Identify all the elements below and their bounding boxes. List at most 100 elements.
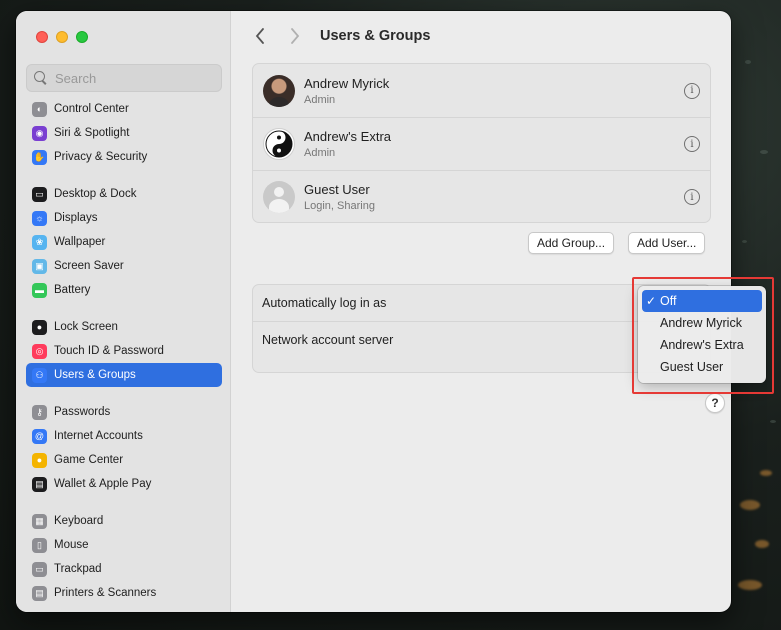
sidebar-item-internet-accounts[interactable]: @ Internet Accounts xyxy=(26,424,222,448)
sidebar-item-label: Siri & Spotlight xyxy=(54,127,130,139)
add-user-button[interactable]: Add User... xyxy=(628,232,706,254)
sidebar-item-label: Mouse xyxy=(54,539,89,551)
lock-icon: ● xyxy=(32,319,47,335)
sidebar-item-label: Trackpad xyxy=(54,563,102,575)
user-text: Andrew's Extra Admin xyxy=(304,129,391,159)
chevron-left-icon xyxy=(255,28,264,44)
dock-icon: ▭ xyxy=(32,186,47,202)
mouse-icon: ▯ xyxy=(32,537,47,553)
sidebar-item-label: Touch ID & Password xyxy=(54,345,164,357)
key-icon: ⚷ xyxy=(32,404,47,420)
user-role: Admin xyxy=(304,147,336,159)
sidebar-item-label: Privacy & Security xyxy=(54,151,148,163)
info-icon[interactable]: i xyxy=(684,189,700,205)
fingerprint-icon: ◎ xyxy=(32,343,47,359)
info-icon[interactable]: i xyxy=(684,136,700,152)
wallet-icon: ▤ xyxy=(32,476,47,492)
sidebar-item-touch-id-password[interactable]: ◎ Touch ID & Password xyxy=(26,339,222,363)
sidebar-item-displays[interactable]: ☼ Displays xyxy=(26,206,222,230)
sidebar-item-siri-spotlight[interactable]: ◉ Siri & Spotlight xyxy=(26,121,222,145)
back-button[interactable] xyxy=(250,25,270,47)
minimize-button[interactable] xyxy=(56,31,68,43)
yin-yang-icon xyxy=(265,130,293,158)
sidebar-item-label: Internet Accounts xyxy=(54,430,143,442)
sidebar-item-label: Game Center xyxy=(54,454,124,466)
control-center-icon: ◐ xyxy=(32,101,47,117)
sidebar-item-game-center[interactable]: ● Game Center xyxy=(26,448,222,472)
help-button[interactable]: ? xyxy=(705,393,725,413)
sidebar-list: ◐ Control Center ◉ Siri & Spotlight ✋ Privacy… xyxy=(26,97,222,605)
user-row[interactable]: Guest User Login, Sharing i xyxy=(253,170,710,223)
sidebar-item-control-center[interactable]: ◐ Control Center xyxy=(26,97,222,121)
user-text: Guest User Login, Sharing xyxy=(304,182,375,212)
sidebar-item-mouse[interactable]: ▯ Mouse xyxy=(26,533,222,557)
user-role: Login, Sharing xyxy=(304,200,375,212)
highlight-annotation xyxy=(632,277,774,394)
forward-button[interactable] xyxy=(285,25,305,47)
network-server-label: Network account server xyxy=(262,333,394,347)
keyboard-icon: ▦ xyxy=(32,513,47,529)
sidebar-item-wallpaper[interactable]: ❀ Wallpaper xyxy=(26,230,222,254)
sidebar-item-lock-screen[interactable]: ● Lock Screen xyxy=(26,315,222,339)
sidebar-item-passwords[interactable]: ⚷ Passwords xyxy=(26,400,222,424)
guest-avatar xyxy=(263,181,295,213)
window-controls xyxy=(36,31,88,43)
page-title: Users & Groups xyxy=(320,28,431,44)
sidebar-item-label: Users & Groups xyxy=(54,369,136,381)
sidebar-item-label: Control Center xyxy=(54,103,129,115)
game-center-icon: ● xyxy=(32,452,47,468)
user-row[interactable]: Andrew's Extra Admin i xyxy=(253,117,710,170)
sidebar-item-trackpad[interactable]: ▭ Trackpad xyxy=(26,557,222,581)
sidebar-item-battery[interactable]: ▬ Battery xyxy=(26,278,222,302)
chevron-right-icon xyxy=(291,28,300,44)
sidebar-item-label: Battery xyxy=(54,284,91,296)
sidebar-item-label: Keyboard xyxy=(54,515,104,527)
sidebar-item-privacy-security[interactable]: ✋ Privacy & Security xyxy=(26,145,222,169)
sidebar-item-users-groups[interactable]: ⚇ Users & Groups xyxy=(26,363,222,387)
sidebar-item-label: Lock Screen xyxy=(54,321,118,333)
sidebar-item-label: Desktop & Dock xyxy=(54,188,137,200)
at-icon: @ xyxy=(32,428,47,444)
auto-login-label: Automatically log in as xyxy=(262,296,387,310)
add-group-button[interactable]: Add Group... xyxy=(528,232,615,254)
user-photo-avatar xyxy=(263,74,295,107)
sidebar-item-label: Screen Saver xyxy=(54,260,124,272)
user-row[interactable]: Andrew Myrick Admin i xyxy=(253,64,710,117)
siri-icon: ◉ xyxy=(32,125,47,141)
search-icon xyxy=(34,71,48,85)
sidebar-item-keyboard[interactable]: ▦ Keyboard xyxy=(26,509,222,533)
displays-icon: ☼ xyxy=(32,210,47,226)
user-name: Guest User xyxy=(304,182,370,197)
close-button[interactable] xyxy=(36,31,48,43)
sidebar-item-label: Wallet & Apple Pay xyxy=(54,478,152,490)
sidebar-item-desktop-dock[interactable]: ▭ Desktop & Dock xyxy=(26,182,222,206)
sidebar-item-screen-saver[interactable]: ▣ Screen Saver xyxy=(26,254,222,278)
user-role: Admin xyxy=(304,93,336,106)
trackpad-icon: ▭ xyxy=(32,561,47,577)
settings-window: Search ◐ Control Center ◉ Siri & Spotlight ✋… xyxy=(16,11,731,612)
sidebar-item-printers-scanners[interactable]: ▤ Printers & Scanners xyxy=(26,581,222,605)
users-list: Andrew Myrick Admin i Andrew's Extra Admin i G… xyxy=(252,63,711,223)
users-icon: ⚇ xyxy=(32,367,47,383)
info-icon[interactable]: i xyxy=(684,82,700,99)
yin-yang-avatar xyxy=(263,128,295,160)
search-placeholder: Search xyxy=(55,70,97,86)
sidebar-item-label: Passwords xyxy=(54,406,111,418)
search-input[interactable]: Search xyxy=(26,64,222,92)
printer-icon: ▤ xyxy=(32,585,47,601)
sidebar-item-label: Printers & Scanners xyxy=(54,587,157,599)
screen-saver-icon: ▣ xyxy=(32,258,47,274)
user-name: Andrew Myrick xyxy=(304,75,390,91)
battery-icon: ▬ xyxy=(32,282,47,298)
sidebar: Search ◐ Control Center ◉ Siri & Spotlight ✋… xyxy=(16,11,231,612)
user-text: Andrew Myrick Admin xyxy=(304,76,389,106)
zoom-button[interactable] xyxy=(76,31,88,43)
sidebar-item-label: Displays xyxy=(54,212,98,224)
hand-icon: ✋ xyxy=(32,149,47,165)
sidebar-item-wallet-apple-pay[interactable]: ▤ Wallet & Apple Pay xyxy=(26,472,222,496)
wallpaper-icon: ❀ xyxy=(32,234,47,250)
